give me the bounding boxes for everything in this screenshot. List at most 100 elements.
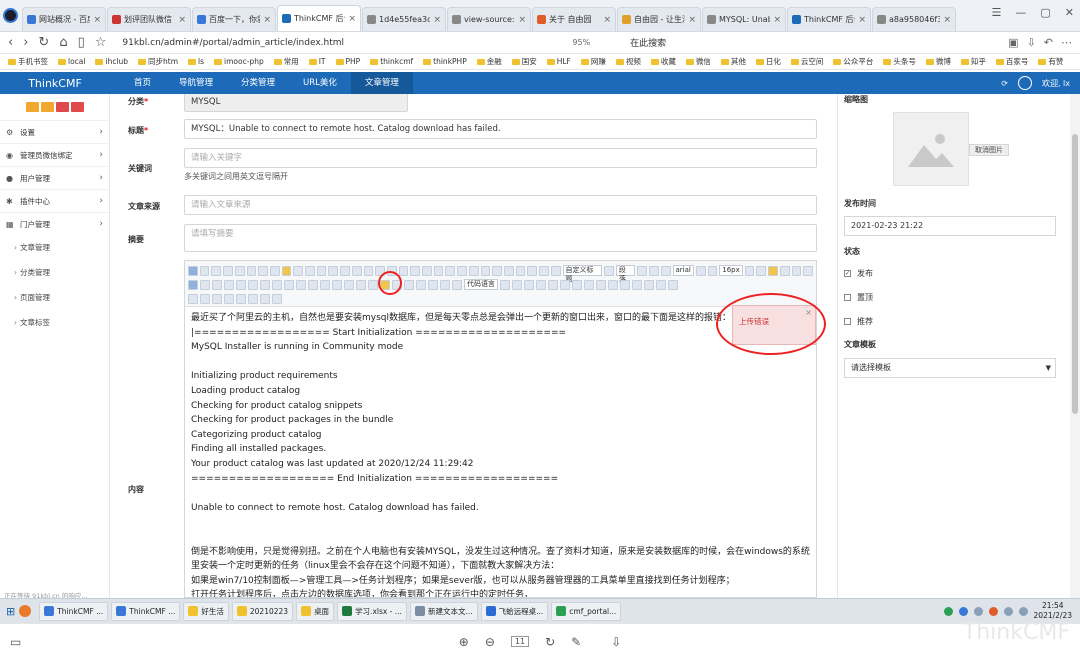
- toolbar-select[interactable]: 自定义标题: [562, 265, 603, 283]
- edit-icon[interactable]: ✎: [571, 635, 581, 649]
- taskbar-item[interactable]: 飞蛤远程桌...: [480, 601, 549, 621]
- url-field[interactable]: 91kbl.cn/admin#/portal/admin_article/ind…: [122, 38, 562, 48]
- taskbar-item[interactable]: 学习.xlsx - ...: [337, 601, 407, 621]
- toolbar-button-icon[interactable]: [480, 265, 491, 276]
- toolbar-button-icon[interactable]: [224, 279, 234, 290]
- toolbar-button-icon[interactable]: [548, 279, 558, 290]
- sidebar-subitem[interactable]: 页面管理: [0, 285, 109, 310]
- tray-icon-1[interactable]: [943, 606, 953, 616]
- bookmark-item[interactable]: 国安: [511, 56, 537, 67]
- bookmark-item[interactable]: HLF: [546, 57, 571, 66]
- toolbar-button-icon[interactable]: [308, 279, 318, 290]
- toolbar-button-icon[interactable]: [260, 293, 270, 304]
- tray-icon-5[interactable]: [1003, 606, 1013, 616]
- sidebar-subitem[interactable]: 分类管理: [0, 260, 109, 285]
- zoom-out-icon[interactable]: ⊖: [485, 635, 495, 649]
- toolbar-button-icon[interactable]: [536, 279, 546, 290]
- toolbar-button-icon[interactable]: [503, 265, 514, 276]
- toolbar-button-icon[interactable]: [637, 265, 648, 276]
- status-option[interactable]: 推荐: [844, 316, 873, 327]
- toolbar-button-icon[interactable]: [344, 279, 354, 290]
- tray-icon-2[interactable]: [958, 606, 968, 616]
- toolbar-button-icon[interactable]: [707, 265, 718, 276]
- zoom-in-icon[interactable]: ⊕: [459, 635, 469, 649]
- taskbar-item[interactable]: 新建文本文...: [409, 601, 478, 621]
- browser-tab[interactable]: 自由园 - 让生活 ×: [617, 7, 701, 31]
- tab-close-icon[interactable]: ×: [688, 15, 696, 25]
- toolbar-button-icon[interactable]: [200, 279, 210, 290]
- tab-close-icon[interactable]: ×: [433, 15, 441, 25]
- save-icon[interactable]: ⇩: [611, 635, 621, 649]
- bookmark-item[interactable]: 金融: [476, 56, 502, 67]
- toolbar-button-icon[interactable]: [224, 293, 234, 304]
- tab-close-icon[interactable]: ×: [943, 15, 951, 25]
- toolbar-button-icon[interactable]: [351, 265, 362, 276]
- toolbar-button-icon[interactable]: [422, 265, 432, 276]
- toolbar-button-icon[interactable]: [768, 265, 778, 276]
- editor-content[interactable]: 最近买了个阿里云的主机，自然也是要安装mysql数据库，但是每天零点总是会弹出一…: [185, 307, 816, 597]
- toolbar-button-icon[interactable]: [320, 279, 330, 290]
- app-brand[interactable]: ThinkCMF: [0, 77, 110, 90]
- page-number[interactable]: 11: [510, 636, 530, 647]
- user-greeting[interactable]: 欢迎, lx: [1042, 78, 1070, 89]
- toolbar-button-icon[interactable]: [500, 279, 510, 290]
- toolbar-button-icon[interactable]: [188, 279, 198, 290]
- toolbar-button-icon[interactable]: [539, 265, 549, 276]
- bookmark-item[interactable]: 同步htm: [138, 56, 178, 67]
- tab-close-icon[interactable]: ×: [773, 15, 781, 25]
- browser-tab[interactable]: ThinkCMF 后台×: [787, 7, 871, 31]
- rotate-icon[interactable]: ↻: [545, 635, 555, 649]
- zoom-level[interactable]: 95%: [572, 38, 590, 47]
- toolbar-button-icon[interactable]: [248, 293, 258, 304]
- sidebar-subitem[interactable]: 文章管理: [0, 235, 109, 260]
- toolbar-button-icon[interactable]: [248, 279, 258, 290]
- toolbar-button-icon[interactable]: [445, 265, 456, 276]
- thumbnail-image[interactable]: [893, 112, 969, 186]
- toolbar-button-icon[interactable]: [332, 279, 342, 290]
- toolbar-button-icon[interactable]: [744, 265, 755, 276]
- publish-time-input[interactable]: 2021-02-23 21:22: [844, 216, 1056, 236]
- bookmark-item[interactable]: ls: [188, 57, 204, 66]
- top-menu-item[interactable]: URL美化: [289, 72, 351, 94]
- toolbar-button-icon[interactable]: [246, 265, 257, 276]
- quick-btn-home[interactable]: [25, 102, 39, 112]
- taskbar-item[interactable]: ThinkCMF ...: [111, 601, 181, 621]
- sidebar-subitem[interactable]: 文章标签: [0, 310, 109, 335]
- cancel-image-button[interactable]: 取消图片: [969, 144, 1009, 156]
- sidebar-item[interactable]: ✱ 插件中心 ›: [0, 189, 109, 212]
- toolbar-button-icon[interactable]: [305, 265, 315, 276]
- toolbar-button-icon[interactable]: [512, 279, 522, 290]
- checkbox[interactable]: ✓: [844, 270, 851, 277]
- browser-tab[interactable]: view-source:91×: [447, 7, 531, 31]
- toolbar-button-icon[interactable]: [281, 265, 292, 276]
- toolbar-button-icon[interactable]: [433, 265, 444, 276]
- top-menu-item[interactable]: 文章管理: [350, 72, 413, 94]
- browser-tab[interactable]: 网站概况 - 百度 ×: [22, 7, 106, 31]
- close-icon[interactable]: ✕: [1065, 6, 1074, 19]
- minimize-icon[interactable]: —: [1015, 6, 1026, 19]
- taskbar-item[interactable]: 20210223: [231, 601, 294, 621]
- toolbar-button-icon[interactable]: [398, 265, 409, 276]
- title-input[interactable]: MYSQL：Unable to connect to remote host. …: [184, 119, 817, 139]
- launcher-icon[interactable]: [19, 605, 32, 617]
- toolbar-button-icon[interactable]: [211, 265, 222, 276]
- taskbar-item[interactable]: 桌面: [296, 601, 335, 621]
- toolbar-button-icon[interactable]: [524, 279, 534, 290]
- toolbar-button-icon[interactable]: [560, 279, 570, 290]
- bookmark-item[interactable]: local: [58, 57, 85, 66]
- extension-icon[interactable]: ▣: [1008, 36, 1018, 49]
- quick-btn-folder[interactable]: [40, 102, 54, 112]
- template-select[interactable]: 请选择模板 ▼: [844, 358, 1056, 378]
- toolbar-select[interactable]: 代码语言: [464, 279, 498, 290]
- back-icon[interactable]: ‹: [8, 35, 13, 50]
- toolbar-button-icon[interactable]: [416, 279, 426, 290]
- volume-icon[interactable]: [1018, 606, 1028, 616]
- status-option[interactable]: ✓ 发布: [844, 268, 873, 279]
- toolbar-button-icon[interactable]: [199, 265, 210, 276]
- toolbar-button-icon[interactable]: [644, 279, 654, 290]
- toolbar-button-icon[interactable]: [258, 265, 268, 276]
- toolbar-button-icon[interactable]: [212, 293, 222, 304]
- undo-icon[interactable]: ↶: [1044, 36, 1053, 49]
- search-input[interactable]: 在此搜索: [630, 36, 750, 49]
- toolbar-button-icon[interactable]: [428, 279, 438, 290]
